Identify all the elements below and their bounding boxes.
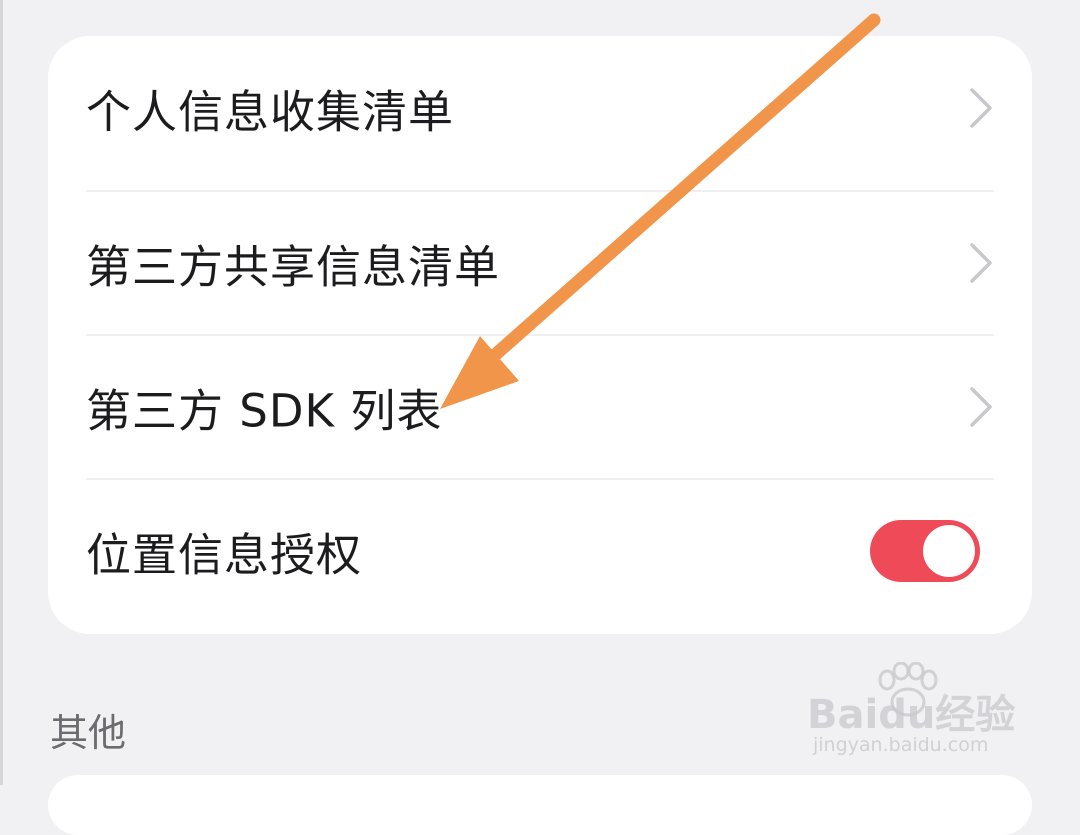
section-header-other: 其他 — [50, 711, 127, 755]
screen-edge — [0, 0, 3, 785]
row-label: 位置信息授权 — [86, 528, 363, 581]
chevron-right-icon — [970, 242, 992, 283]
settings-row-third-party-sdk-list[interactable]: 第三方 SDK 列表 — [48, 335, 1032, 478]
privacy-settings-card: 个人信息收集清单 第三方共享信息清单 第三方 SDK 列表 位置信息授权 — [48, 36, 1032, 634]
row-label: 第三方共享信息清单 — [86, 240, 501, 293]
toggle-knob — [923, 524, 975, 577]
other-settings-card — [48, 775, 1032, 835]
location-toggle-switch[interactable] — [870, 519, 980, 582]
chevron-right-icon — [970, 386, 992, 427]
settings-row-location-authorization: 位置信息授权 — [48, 479, 1032, 622]
chevron-right-icon — [970, 87, 992, 128]
row-label: 第三方 SDK 列表 — [86, 384, 443, 437]
watermark-logo: Baidu经验 — [807, 692, 1016, 738]
row-label: 个人信息收集清单 — [86, 85, 455, 138]
settings-row-personal-info-list[interactable]: 个人信息收集清单 — [48, 36, 1032, 179]
baidu-jingyan-watermark: Baidu经验 jingyan.baidu.com — [807, 662, 1022, 762]
settings-row-third-party-shared-info[interactable]: 第三方共享信息清单 — [48, 191, 1032, 334]
watermark-url: jingyan.baidu.com — [813, 734, 989, 756]
